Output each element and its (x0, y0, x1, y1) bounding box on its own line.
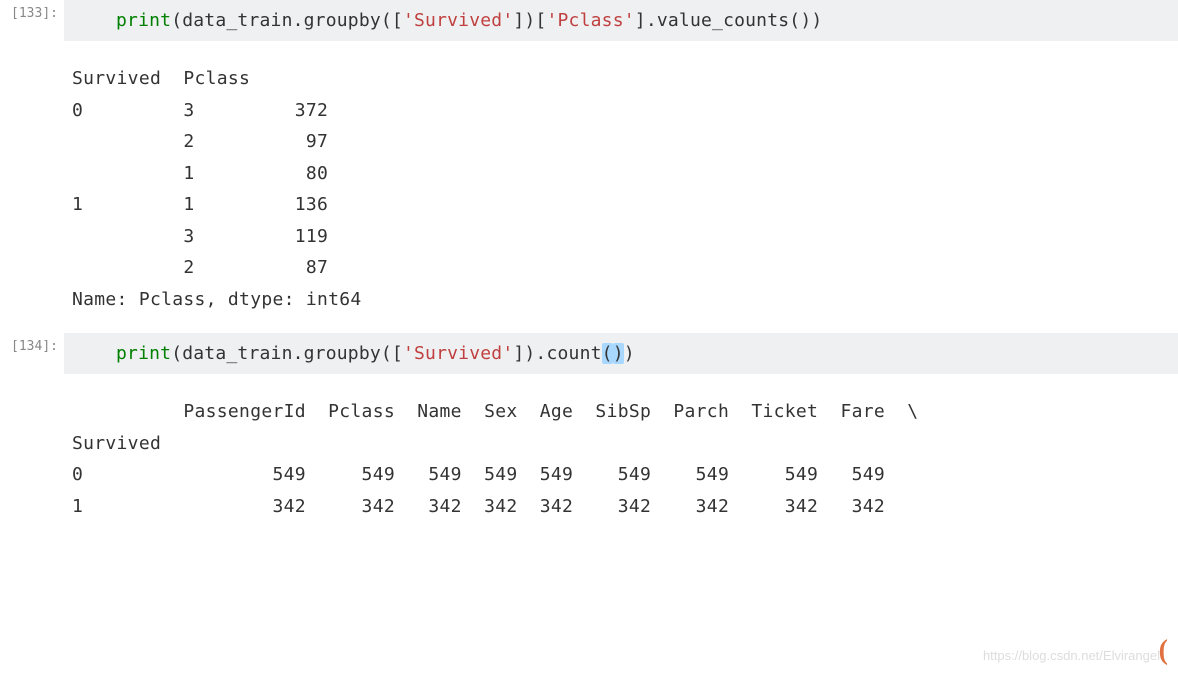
string-literal: 'Survived' (403, 343, 513, 364)
input-cell-134: [134]: print(data_train.groupby(['Surviv… (0, 333, 1178, 374)
paren-open: ( (171, 343, 182, 364)
notebook-container: { "cell1": { "prompt": "[133]:", "code":… (0, 0, 1178, 675)
output-cell-133: Survived Pclass 0 3 372 2 97 1 80 1 1 13… (0, 45, 1178, 333)
paren-close: ) (624, 343, 635, 364)
input-area[interactable]: print(data_train.groupby(['Survived'])['… (64, 0, 1178, 41)
highlighted-paren-open: ( (602, 343, 613, 364)
code-gutter (64, 0, 108, 41)
highlighted-paren-close: ) (613, 343, 624, 364)
code-mid: ])[ (513, 10, 546, 31)
paren-open: ( (171, 10, 182, 31)
output-cell-134: PassengerId Pclass Name Sex Age SibSp Pa… (0, 378, 1178, 540)
code-editor[interactable]: print(data_train.groupby(['Survived']).c… (108, 333, 1178, 374)
code-editor[interactable]: print(data_train.groupby(['Survived'])['… (108, 0, 1178, 41)
code-mid: ]).count (513, 343, 601, 364)
keyword-print: print (116, 10, 171, 31)
paren-glyph-icon: ( (1159, 635, 1168, 667)
keyword-print: print (116, 343, 171, 364)
prompt-label: [134]: (0, 333, 64, 354)
string-literal: 'Pclass' (546, 10, 634, 31)
code-tail: ].value_counts()) (635, 10, 823, 31)
input-area[interactable]: print(data_train.groupby(['Survived']).c… (64, 333, 1178, 374)
code-obj: data_train.groupby([ (182, 343, 403, 364)
string-literal: 'Survived' (403, 10, 513, 31)
code-gutter (64, 333, 108, 374)
input-cell-133: [133]: print(data_train.groupby(['Surviv… (0, 0, 1178, 41)
watermark-text: https://blog.csdn.net/Elvirangel (983, 648, 1160, 663)
code-obj: data_train.groupby([ (182, 10, 403, 31)
prompt-label: [133]: (0, 0, 64, 21)
